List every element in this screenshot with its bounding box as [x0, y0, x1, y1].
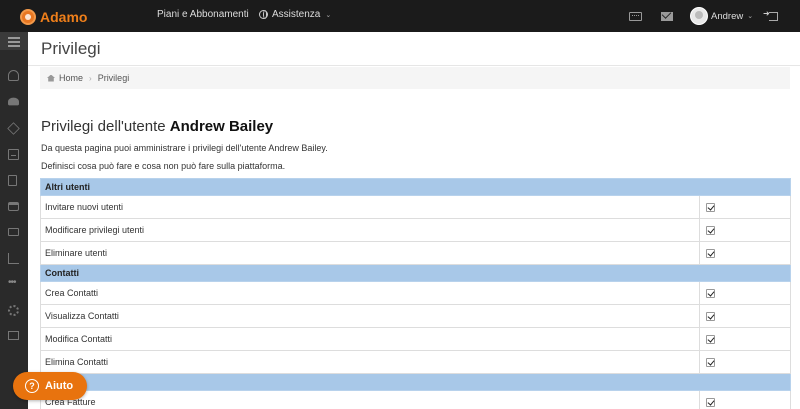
- breadcrumb: Home › Privilegi: [40, 67, 790, 89]
- adamo-logo-icon: [20, 9, 36, 25]
- table-row: Modifica Contatti: [40, 327, 791, 351]
- group-label: Altri utenti: [40, 178, 791, 196]
- document-icon[interactable]: [8, 175, 17, 186]
- page-description: Definisci cosa può fare e cosa non può f…: [41, 161, 286, 171]
- table-row: Elimina Contatti: [40, 350, 791, 374]
- permission-checkbox[interactable]: [705, 312, 715, 322]
- mail-icon[interactable]: [661, 12, 673, 21]
- permission-checkbox[interactable]: [705, 289, 715, 299]
- logout-icon[interactable]: [763, 9, 778, 21]
- group-label: Contatti: [40, 264, 791, 282]
- globe-icon: [259, 10, 268, 19]
- menu-toggle-icon[interactable]: [0, 32, 28, 50]
- heading-user-name: Andrew Bailey: [169, 118, 274, 135]
- permission-checkbox[interactable]: [705, 203, 715, 213]
- breadcrumb-current: Privilegi: [97, 73, 130, 83]
- chevron-down-icon: ⌄: [747, 13, 754, 20]
- table-group-header: [40, 373, 791, 391]
- heading-prefix: Privilegi dell'utente: [41, 118, 166, 135]
- permission-label: Crea Contatti: [40, 281, 700, 305]
- table-row: Modificare privilegi utenti: [40, 218, 791, 242]
- more-icon[interactable]: •••: [8, 278, 19, 291]
- permission-label: Crea Fatture: [40, 390, 700, 409]
- inbox-icon[interactable]: [8, 202, 19, 211]
- permissions-table: Altri utenti Invitare nuovi utenti Modif…: [40, 178, 791, 409]
- permission-label: Modificare privilegi utenti: [40, 218, 700, 242]
- nav-help-label: Assistenza: [272, 9, 321, 20]
- keyboard-icon[interactable]: [629, 12, 642, 21]
- top-navbar: Adamo Piani e Abbonamenti Assistenza ⌄ A…: [0, 0, 800, 32]
- breadcrumb-separator: ›: [89, 73, 92, 83]
- table-group-header: Altri utenti: [40, 178, 791, 196]
- divider: [28, 65, 800, 66]
- permission-label: Visualizza Contatti: [40, 304, 700, 328]
- nav-plans-link[interactable]: Piani e Abbonamenti: [157, 9, 249, 20]
- nav-help-dropdown[interactable]: Assistenza ⌄: [259, 9, 331, 20]
- table-row: Crea Fatture: [40, 390, 791, 409]
- table-group-header: Contatti: [40, 264, 791, 282]
- money-icon[interactable]: [8, 228, 19, 236]
- permission-label: Modifica Contatti: [40, 327, 700, 351]
- permission-checkbox[interactable]: [705, 226, 715, 236]
- sidebar: •••: [0, 32, 28, 409]
- calculator-icon[interactable]: [8, 149, 19, 160]
- permission-checkbox[interactable]: [705, 358, 715, 368]
- user-menu[interactable]: Andrew ⌄: [690, 7, 753, 25]
- permission-checkbox[interactable]: [705, 249, 715, 259]
- users-icon[interactable]: [8, 97, 19, 106]
- permission-label: Elimina Contatti: [40, 350, 700, 374]
- dashboard-icon[interactable]: [8, 70, 19, 81]
- section-heading: Privilegi dell'utente Andrew Bailey: [41, 118, 273, 135]
- page-description: Da questa pagina puoi amministrare i pri…: [41, 143, 328, 153]
- table-row: Visualizza Contatti: [40, 304, 791, 328]
- table-row: Crea Contatti: [40, 281, 791, 305]
- permission-label: Eliminare utenti: [40, 241, 700, 265]
- chevron-down-icon: ⌄: [325, 11, 332, 19]
- brand-name: Adamo: [40, 9, 88, 25]
- breadcrumb-home-link[interactable]: Home: [59, 73, 83, 83]
- user-name: Andrew: [711, 10, 744, 22]
- permission-checkbox[interactable]: [705, 398, 715, 408]
- group-label: [40, 373, 791, 391]
- help-button-label: Aiuto: [45, 380, 74, 392]
- gift-icon[interactable]: [8, 331, 19, 340]
- page-title: Privilegi: [41, 39, 101, 58]
- main-content: Privilegi Home › Privilegi Privilegi del…: [28, 32, 800, 409]
- permission-label: Invitare nuovi utenti: [40, 195, 700, 219]
- settings-icon[interactable]: [8, 305, 19, 316]
- table-row: Invitare nuovi utenti: [40, 195, 791, 219]
- home-icon: [47, 74, 55, 82]
- products-icon[interactable]: [7, 122, 20, 135]
- help-button[interactable]: ? Aiuto: [13, 372, 88, 400]
- avatar: [690, 7, 708, 25]
- chart-icon[interactable]: [8, 253, 19, 264]
- table-row: Eliminare utenti: [40, 241, 791, 265]
- question-icon: ?: [25, 379, 39, 393]
- permission-checkbox[interactable]: [705, 335, 715, 345]
- brand-logo[interactable]: Adamo: [20, 7, 87, 27]
